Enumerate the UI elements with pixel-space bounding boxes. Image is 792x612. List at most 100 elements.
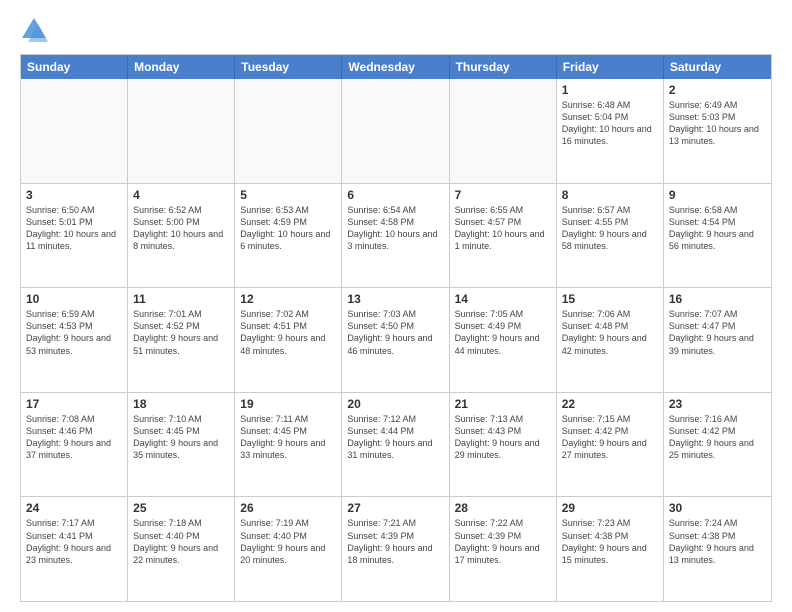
day-info: Sunrise: 7:21 AM Sunset: 4:39 PM Dayligh…: [347, 517, 443, 566]
day-number: 19: [240, 397, 336, 411]
calendar-row-2: 3Sunrise: 6:50 AM Sunset: 5:01 PM Daylig…: [21, 183, 771, 288]
page: SundayMondayTuesdayWednesdayThursdayFrid…: [0, 0, 792, 612]
calendar-header: SundayMondayTuesdayWednesdayThursdayFrid…: [21, 55, 771, 79]
day-number: 20: [347, 397, 443, 411]
day-info: Sunrise: 6:58 AM Sunset: 4:54 PM Dayligh…: [669, 204, 766, 253]
day-info: Sunrise: 7:12 AM Sunset: 4:44 PM Dayligh…: [347, 413, 443, 462]
day-info: Sunrise: 7:01 AM Sunset: 4:52 PM Dayligh…: [133, 308, 229, 357]
empty-cell: [128, 79, 235, 183]
day-cell-23: 23 Sunrise: 7:16 AM Sunset: 4:42 PM Dayli…: [664, 393, 771, 497]
header-day-tuesday: Tuesday: [235, 55, 342, 79]
day-number: 30: [669, 501, 766, 515]
day-cell-13: 13 Sunrise: 7:03 AM Sunset: 4:50 PM Dayli…: [342, 288, 449, 392]
calendar-body: 1Sunrise: 6:48 AM Sunset: 5:04 PM Daylig…: [21, 79, 771, 601]
day-number: 16: [669, 292, 766, 306]
empty-cell: [235, 79, 342, 183]
day-number: 3: [26, 188, 122, 202]
day-info: Sunrise: 7:11 AM Sunset: 4:45 PM Dayligh…: [240, 413, 336, 462]
empty-cell: [21, 79, 128, 183]
day-cell-16: 16 Sunrise: 7:07 AM Sunset: 4:47 PM Dayli…: [664, 288, 771, 392]
day-info: Sunrise: 7:03 AM Sunset: 4:50 PM Dayligh…: [347, 308, 443, 357]
header-day-wednesday: Wednesday: [342, 55, 449, 79]
day-info: Sunrise: 7:05 AM Sunset: 4:49 PM Dayligh…: [455, 308, 551, 357]
calendar: SundayMondayTuesdayWednesdayThursdayFrid…: [20, 54, 772, 602]
day-cell-19: 19 Sunrise: 7:11 AM Sunset: 4:45 PM Dayli…: [235, 393, 342, 497]
day-number: 4: [133, 188, 229, 202]
day-info: Sunrise: 7:08 AM Sunset: 4:46 PM Dayligh…: [26, 413, 122, 462]
day-number: 26: [240, 501, 336, 515]
logo: [20, 16, 52, 44]
day-info: Sunrise: 7:15 AM Sunset: 4:42 PM Dayligh…: [562, 413, 658, 462]
day-number: 15: [562, 292, 658, 306]
day-number: 14: [455, 292, 551, 306]
day-info: Sunrise: 7:22 AM Sunset: 4:39 PM Dayligh…: [455, 517, 551, 566]
header-day-monday: Monday: [128, 55, 235, 79]
day-info: Sunrise: 6:57 AM Sunset: 4:55 PM Dayligh…: [562, 204, 658, 253]
calendar-row-3: 10 Sunrise: 6:59 AM Sunset: 4:53 PM Dayli…: [21, 287, 771, 392]
day-number: 5: [240, 188, 336, 202]
day-info: Sunrise: 6:53 AM Sunset: 4:59 PM Dayligh…: [240, 204, 336, 253]
day-cell-7: 7Sunrise: 6:55 AM Sunset: 4:57 PM Daylig…: [450, 184, 557, 288]
day-number: 25: [133, 501, 229, 515]
day-cell-30: 30 Sunrise: 7:24 AM Sunset: 4:38 PM Dayli…: [664, 497, 771, 601]
header-day-thursday: Thursday: [450, 55, 557, 79]
header: [20, 16, 772, 44]
header-day-friday: Friday: [557, 55, 664, 79]
day-info: Sunrise: 7:23 AM Sunset: 4:38 PM Dayligh…: [562, 517, 658, 566]
day-info: Sunrise: 6:49 AM Sunset: 5:03 PM Dayligh…: [669, 99, 766, 148]
day-cell-17: 17 Sunrise: 7:08 AM Sunset: 4:46 PM Dayli…: [21, 393, 128, 497]
day-cell-9: 9 Sunrise: 6:58 AM Sunset: 4:54 PM Daylig…: [664, 184, 771, 288]
day-number: 27: [347, 501, 443, 515]
day-info: Sunrise: 6:52 AM Sunset: 5:00 PM Dayligh…: [133, 204, 229, 253]
day-cell-4: 4 Sunrise: 6:52 AM Sunset: 5:00 PM Daylig…: [128, 184, 235, 288]
day-cell-27: 27 Sunrise: 7:21 AM Sunset: 4:39 PM Dayli…: [342, 497, 449, 601]
day-cell-21: 21Sunrise: 7:13 AM Sunset: 4:43 PM Dayli…: [450, 393, 557, 497]
day-number: 8: [562, 188, 658, 202]
day-info: Sunrise: 7:17 AM Sunset: 4:41 PM Dayligh…: [26, 517, 122, 566]
header-day-sunday: Sunday: [21, 55, 128, 79]
header-day-saturday: Saturday: [664, 55, 771, 79]
day-info: Sunrise: 7:10 AM Sunset: 4:45 PM Dayligh…: [133, 413, 229, 462]
day-number: 13: [347, 292, 443, 306]
day-cell-28: 28 Sunrise: 7:22 AM Sunset: 4:39 PM Dayli…: [450, 497, 557, 601]
day-cell-26: 26Sunrise: 7:19 AM Sunset: 4:40 PM Dayli…: [235, 497, 342, 601]
day-info: Sunrise: 6:48 AM Sunset: 5:04 PM Dayligh…: [562, 99, 658, 148]
empty-cell: [450, 79, 557, 183]
day-number: 24: [26, 501, 122, 515]
day-info: Sunrise: 6:59 AM Sunset: 4:53 PM Dayligh…: [26, 308, 122, 357]
day-cell-20: 20 Sunrise: 7:12 AM Sunset: 4:44 PM Dayli…: [342, 393, 449, 497]
day-number: 29: [562, 501, 658, 515]
day-cell-12: 12 Sunrise: 7:02 AM Sunset: 4:51 PM Dayli…: [235, 288, 342, 392]
day-number: 9: [669, 188, 766, 202]
day-cell-22: 22 Sunrise: 7:15 AM Sunset: 4:42 PM Dayli…: [557, 393, 664, 497]
day-cell-2: 2 Sunrise: 6:49 AM Sunset: 5:03 PM Daylig…: [664, 79, 771, 183]
day-number: 22: [562, 397, 658, 411]
calendar-row-4: 17 Sunrise: 7:08 AM Sunset: 4:46 PM Dayli…: [21, 392, 771, 497]
calendar-row-1: 1Sunrise: 6:48 AM Sunset: 5:04 PM Daylig…: [21, 79, 771, 183]
empty-cell: [342, 79, 449, 183]
day-info: Sunrise: 7:18 AM Sunset: 4:40 PM Dayligh…: [133, 517, 229, 566]
day-cell-8: 8 Sunrise: 6:57 AM Sunset: 4:55 PM Daylig…: [557, 184, 664, 288]
day-info: Sunrise: 7:02 AM Sunset: 4:51 PM Dayligh…: [240, 308, 336, 357]
day-cell-10: 10 Sunrise: 6:59 AM Sunset: 4:53 PM Dayli…: [21, 288, 128, 392]
logo-icon: [20, 16, 48, 44]
day-number: 10: [26, 292, 122, 306]
day-info: Sunrise: 7:16 AM Sunset: 4:42 PM Dayligh…: [669, 413, 766, 462]
day-number: 7: [455, 188, 551, 202]
day-number: 23: [669, 397, 766, 411]
day-number: 2: [669, 83, 766, 97]
day-number: 12: [240, 292, 336, 306]
day-info: Sunrise: 7:07 AM Sunset: 4:47 PM Dayligh…: [669, 308, 766, 357]
day-number: 21: [455, 397, 551, 411]
day-cell-3: 3Sunrise: 6:50 AM Sunset: 5:01 PM Daylig…: [21, 184, 128, 288]
day-cell-6: 6Sunrise: 6:54 AM Sunset: 4:58 PM Daylig…: [342, 184, 449, 288]
day-info: Sunrise: 7:24 AM Sunset: 4:38 PM Dayligh…: [669, 517, 766, 566]
day-cell-15: 15Sunrise: 7:06 AM Sunset: 4:48 PM Dayli…: [557, 288, 664, 392]
day-info: Sunrise: 6:54 AM Sunset: 4:58 PM Dayligh…: [347, 204, 443, 253]
day-cell-5: 5 Sunrise: 6:53 AM Sunset: 4:59 PM Daylig…: [235, 184, 342, 288]
day-cell-1: 1Sunrise: 6:48 AM Sunset: 5:04 PM Daylig…: [557, 79, 664, 183]
day-number: 28: [455, 501, 551, 515]
day-number: 17: [26, 397, 122, 411]
day-number: 11: [133, 292, 229, 306]
day-cell-18: 18Sunrise: 7:10 AM Sunset: 4:45 PM Dayli…: [128, 393, 235, 497]
